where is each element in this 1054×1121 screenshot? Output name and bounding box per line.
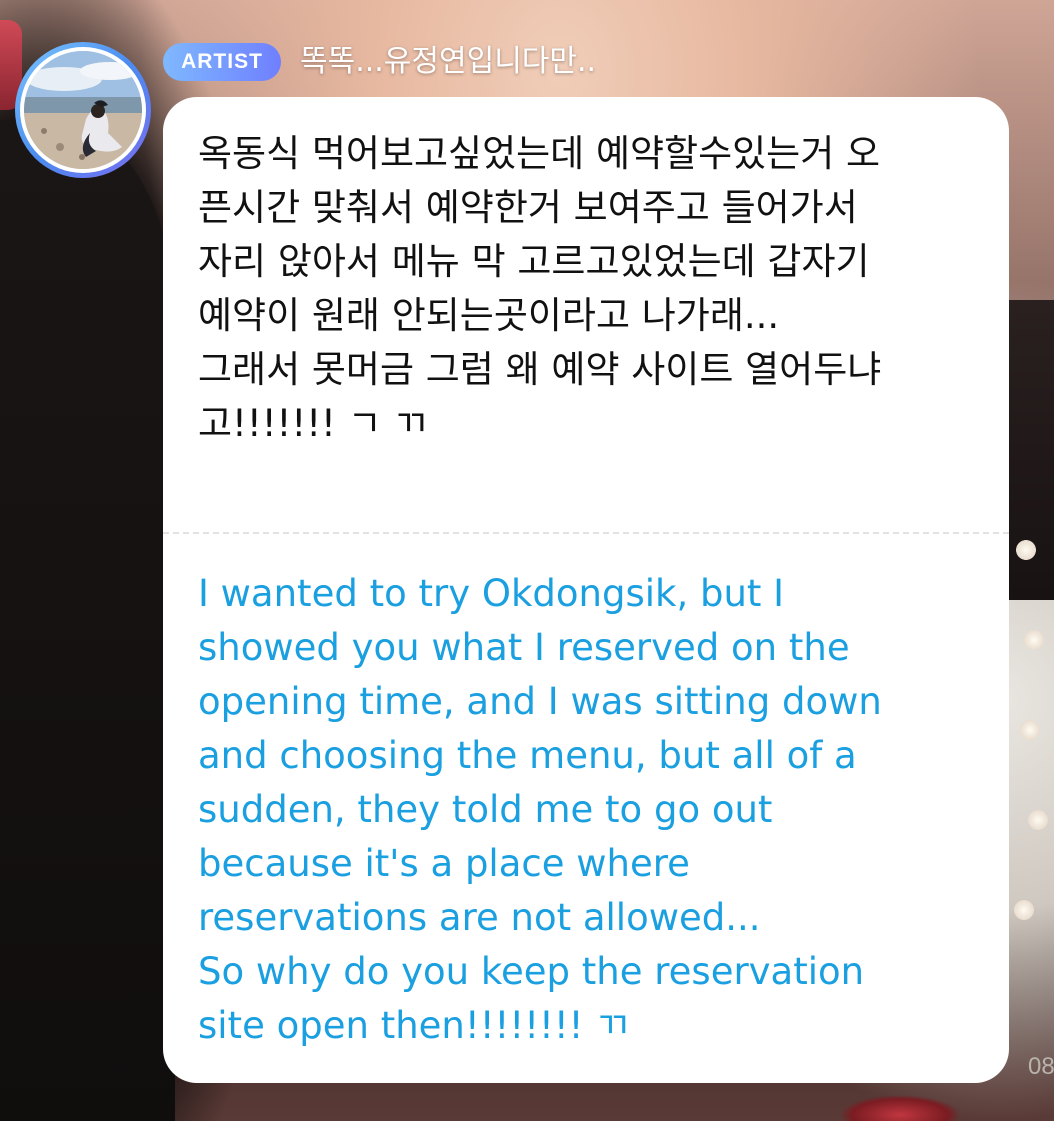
artist-badge: ARTIST (163, 43, 281, 81)
sender-name: 똑똑...유정연입니다만.. (300, 44, 597, 79)
message-bubble[interactable]: 옥동식 먹어보고싶었는데 예약할수있는거 오 픈시간 맞춰서 예약한거 보여주고… (163, 97, 1009, 1083)
avatar-photo (24, 51, 142, 169)
message-timestamp: 08 (1028, 1053, 1054, 1080)
background-bottom-red (840, 1085, 960, 1121)
original-message-text: 옥동식 먹어보고싶었는데 예약할수있는거 오 픈시간 맞춰서 예약한거 보여주고… (198, 132, 882, 445)
translated-message-text: I wanted to try Okdongsik, but I showed … (198, 572, 882, 1047)
avatar[interactable] (15, 42, 151, 178)
background-hair-left (0, 120, 175, 1121)
avatar-beach-icon (24, 51, 142, 169)
translation-divider (163, 532, 1009, 534)
